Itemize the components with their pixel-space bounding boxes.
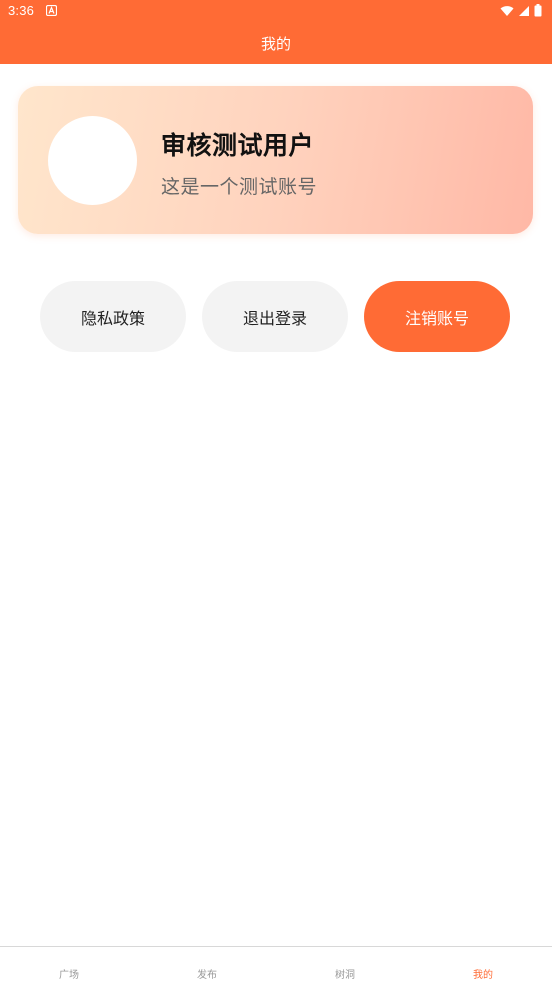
notification-a-icon — [46, 5, 57, 16]
cancel-account-button[interactable]: 注销账号 — [364, 281, 510, 352]
nav-item-mine[interactable]: 我的 — [414, 947, 552, 986]
status-bar: 3:36 — [0, 0, 552, 22]
app-header: 我的 — [0, 22, 552, 64]
status-time: 3:36 — [8, 3, 35, 18]
profile-card: 审核测试用户 这是一个测试账号 — [18, 86, 533, 234]
user-description: 这是一个测试账号 — [161, 176, 318, 198]
status-indicators — [500, 4, 542, 17]
privacy-policy-button[interactable]: 隐私政策 — [40, 281, 186, 352]
bottom-nav: 广场 发布 树洞 我的 — [0, 946, 552, 986]
username: 审核测试用户 — [161, 131, 315, 160]
wifi-icon — [500, 5, 514, 16]
nav-item-publish[interactable]: 发布 — [138, 947, 276, 986]
logout-button[interactable]: 退出登录 — [202, 281, 348, 352]
avatar[interactable] — [48, 116, 137, 205]
battery-icon — [534, 4, 542, 17]
signal-icon — [519, 5, 529, 16]
nav-item-square[interactable]: 广场 — [0, 947, 138, 986]
page-title: 我的 — [260, 35, 291, 53]
nav-item-tree-hole[interactable]: 树洞 — [276, 947, 414, 986]
